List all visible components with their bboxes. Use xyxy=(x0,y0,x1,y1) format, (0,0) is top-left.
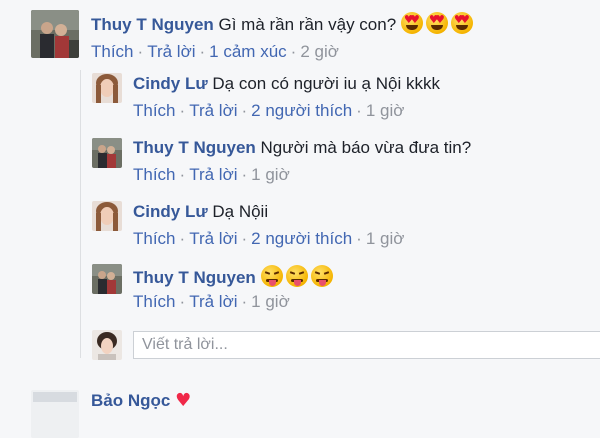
comment-text: Gì mà rần rần vậy con? xyxy=(218,15,397,34)
timestamp[interactable]: 1 giờ xyxy=(366,101,405,120)
like-link[interactable]: Thích xyxy=(133,229,176,248)
next-comment-body: Bảo Ngọc ♥ xyxy=(91,390,191,411)
reply-author[interactable]: Thuy T Nguyen xyxy=(133,268,256,287)
comment-body: Thuy T Nguyen Gì mà rần rần vậy con? xyxy=(91,12,476,35)
reply-input-placeholder: Viết trả lời... xyxy=(142,336,228,353)
heart-icon: ♥ xyxy=(175,390,192,411)
avatar[interactable] xyxy=(92,73,122,103)
reply-body: Thuy T Nguyen xyxy=(133,265,336,288)
heart-eyes-emoji-icon xyxy=(450,12,473,34)
tongue-out-emoji-icon xyxy=(260,265,283,287)
reply-author[interactable]: Cindy Lư xyxy=(133,202,208,221)
tongue-out-emoji-icon xyxy=(285,265,308,287)
emoji-group xyxy=(260,265,336,287)
reply-input[interactable]: Viết trả lời... xyxy=(133,331,600,359)
like-link[interactable]: Thích xyxy=(133,165,176,184)
avatar xyxy=(92,330,122,360)
avatar[interactable] xyxy=(31,10,79,58)
reply-link[interactable]: Trả lời xyxy=(189,292,237,311)
avatar-cindy-icon xyxy=(92,201,122,231)
like-link[interactable]: Thích xyxy=(91,42,134,61)
reply-text: Người mà báo vừa đưa tin? xyxy=(260,138,472,157)
timestamp[interactable]: 2 giờ xyxy=(300,42,339,61)
likes-count-link[interactable]: 2 người thích xyxy=(251,229,352,248)
reply-link[interactable]: Trả lời xyxy=(189,229,237,248)
reply-body: Cindy Lư Dạ Nộii xyxy=(133,202,268,222)
avatar[interactable] xyxy=(31,390,79,438)
reply-link[interactable]: Trả lời xyxy=(189,101,237,120)
reply-author[interactable]: Cindy Lư xyxy=(133,74,208,93)
reply-body: Thuy T Nguyen Người mà báo vừa đưa tin? xyxy=(133,138,471,158)
reply-actions: Thích · Trả lời · 1 giờ xyxy=(133,292,290,311)
avatar[interactable] xyxy=(92,264,122,294)
reply-thread-line xyxy=(80,70,81,358)
heart-eyes-emoji-icon xyxy=(400,12,423,34)
avatar-thuy-icon xyxy=(92,138,122,168)
timestamp[interactable]: 1 giờ xyxy=(251,292,290,311)
reply-actions: Thích · Trả lời · 2 người thích · 1 giờ xyxy=(133,229,405,248)
like-link[interactable]: Thích xyxy=(133,292,176,311)
reply-body: Cindy Lư Dạ con có người iu ạ Nội kkkk xyxy=(133,74,440,94)
reply-link[interactable]: Trả lời xyxy=(147,42,195,61)
comment-author[interactable]: Thuy T Nguyen xyxy=(91,15,214,34)
reply-actions: Thích · Trả lời · 2 người thích · 1 giờ xyxy=(133,101,405,120)
avatar-next-icon xyxy=(31,390,79,438)
avatar-thuy-icon xyxy=(31,10,79,58)
avatar[interactable] xyxy=(92,201,122,231)
tongue-out-emoji-icon xyxy=(310,265,333,287)
avatar[interactable] xyxy=(92,138,122,168)
reply-actions: Thích · Trả lời · 1 giờ xyxy=(133,165,290,184)
likes-count-link[interactable]: 2 người thích xyxy=(251,101,352,120)
reply-text: Dạ Nộii xyxy=(212,202,269,221)
reply-link[interactable]: Trả lời xyxy=(189,165,237,184)
emoji-group xyxy=(400,12,476,34)
avatar-current-user-icon xyxy=(92,330,122,360)
timestamp[interactable]: 1 giờ xyxy=(251,165,290,184)
avatar-cindy-icon xyxy=(92,73,122,103)
reply-author[interactable]: Thuy T Nguyen xyxy=(133,138,256,157)
reply-text: Dạ con có người iu ạ Nội kkkk xyxy=(212,74,440,93)
timestamp[interactable]: 1 giờ xyxy=(366,229,405,248)
comment-actions: Thích · Trả lời · 1 cảm xúc · 2 giờ xyxy=(91,42,339,61)
like-link[interactable]: Thích xyxy=(133,101,176,120)
avatar-thuy-icon xyxy=(92,264,122,294)
reactions-link[interactable]: 1 cảm xúc xyxy=(209,42,286,61)
heart-eyes-emoji-icon xyxy=(425,12,448,34)
comment-author[interactable]: Bảo Ngọc xyxy=(91,391,170,410)
